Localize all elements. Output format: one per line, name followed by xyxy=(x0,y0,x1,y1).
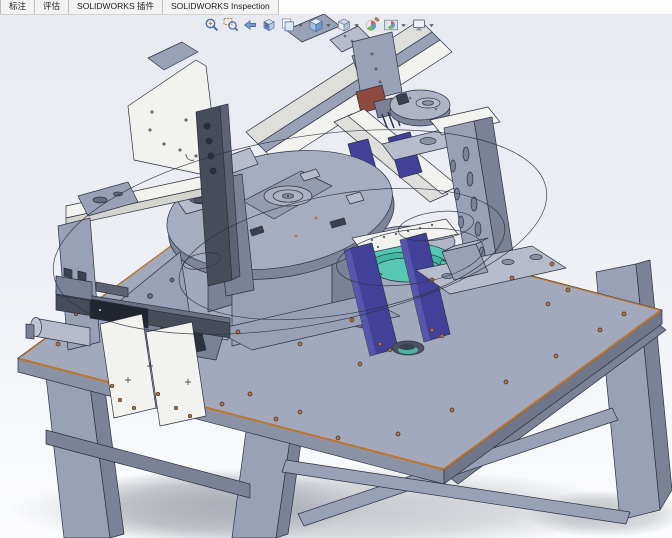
view-settings-icon xyxy=(412,18,425,30)
chevron-down-icon xyxy=(326,23,331,27)
model-scene[interactable] xyxy=(0,14,672,538)
view-orientation-dropdown[interactable] xyxy=(325,16,332,33)
zoom-to-fit-icon xyxy=(205,18,218,31)
annotation-views-dropdown[interactable] xyxy=(297,16,304,33)
apply-scene-button[interactable] xyxy=(382,16,399,33)
chevron-down-icon xyxy=(354,23,359,27)
display-style-icon xyxy=(337,18,350,31)
edit-appearance-button[interactable] xyxy=(363,16,380,33)
table-hole xyxy=(391,340,425,356)
apply-scene-icon xyxy=(383,19,398,30)
chevron-down-icon xyxy=(298,23,303,27)
view-orientation-button[interactable] xyxy=(307,16,324,33)
view-orientation-icon xyxy=(308,17,323,32)
section-view-button[interactable] xyxy=(260,16,277,33)
chevron-down-icon xyxy=(401,23,406,27)
zoom-to-area-icon xyxy=(223,17,238,31)
previous-view-icon xyxy=(243,19,256,30)
zoom-to-area-button[interactable] xyxy=(222,16,239,33)
ribbon-tab-4[interactable]: SOLIDWORKS Inspection xyxy=(163,0,279,14)
view-settings-button[interactable] xyxy=(410,16,427,33)
annotation-views-icon xyxy=(281,18,294,31)
display-style-dropdown[interactable] xyxy=(353,16,360,33)
graphics-area[interactable] xyxy=(0,14,672,538)
apply-scene-dropdown[interactable] xyxy=(400,16,407,33)
view-settings-dropdown[interactable] xyxy=(428,16,435,33)
edit-appearance-icon xyxy=(365,16,379,31)
annotation-views-button[interactable] xyxy=(279,16,296,33)
chevron-down-icon xyxy=(429,23,434,27)
heads-up-toolbar xyxy=(202,16,437,33)
previous-view-button[interactable] xyxy=(241,16,258,33)
ribbon-tab-strip: 标注 评估 SOLIDWORKS 插件 SOLIDWORKS Inspection xyxy=(0,0,279,15)
section-view-icon xyxy=(262,18,275,31)
ribbon-tab-1[interactable]: 标注 xyxy=(0,0,36,14)
display-style-button[interactable] xyxy=(335,16,352,33)
ribbon-tab-3[interactable]: SOLIDWORKS 插件 xyxy=(69,0,164,14)
zoom-to-fit-button[interactable] xyxy=(203,16,220,33)
ribbon-tab-2[interactable]: 评估 xyxy=(35,0,70,14)
